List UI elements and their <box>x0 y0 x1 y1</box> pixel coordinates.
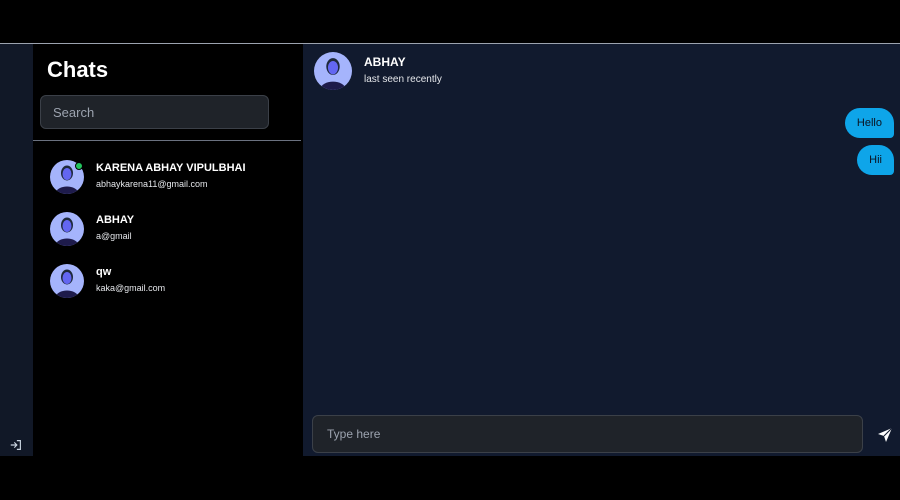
chat-panel: ABHAY last seen recently Hello Hii <box>303 44 900 456</box>
contact-item-abhay[interactable]: ABHAY a@gmail <box>33 206 303 258</box>
chat-contact-status: last seen recently <box>364 74 442 85</box>
chat-contact-name: ABHAY <box>364 55 406 69</box>
contact-name: KARENA ABHAY VIPULBHAI <box>96 162 246 174</box>
contact-name: ABHAY <box>96 214 135 226</box>
logout-icon[interactable] <box>9 438 23 452</box>
avatar <box>50 264 84 298</box>
message-bubble: Hello <box>844 108 894 138</box>
avatar <box>50 212 84 246</box>
message-input[interactable] <box>312 415 863 453</box>
search-input[interactable] <box>40 95 269 129</box>
left-rail <box>0 44 33 456</box>
page-title: Chats <box>47 57 109 82</box>
send-icon[interactable] <box>877 427 893 443</box>
avatar[interactable] <box>314 52 352 90</box>
chat-sidebar: Chats KARENA ABHAY VIPULBHAI abhaykarena… <box>33 44 303 456</box>
divider <box>33 140 301 141</box>
message-bubble: Hii <box>857 145 894 175</box>
contact-email: a@gmail <box>96 231 132 241</box>
contact-item-karena[interactable]: KARENA ABHAY VIPULBHAI abhaykarena11@gma… <box>33 154 303 206</box>
online-status-dot <box>75 162 83 170</box>
chat-app: Chats KARENA ABHAY VIPULBHAI abhaykarena… <box>0 43 900 456</box>
contact-list: KARENA ABHAY VIPULBHAI abhaykarena11@gma… <box>33 154 303 310</box>
contact-name: qw <box>96 266 112 278</box>
contact-email: kaka@gmail.com <box>96 283 166 293</box>
contact-item-qw[interactable]: qw kaka@gmail.com <box>33 258 303 310</box>
contact-email: abhaykarena11@gmail.com <box>96 179 208 189</box>
